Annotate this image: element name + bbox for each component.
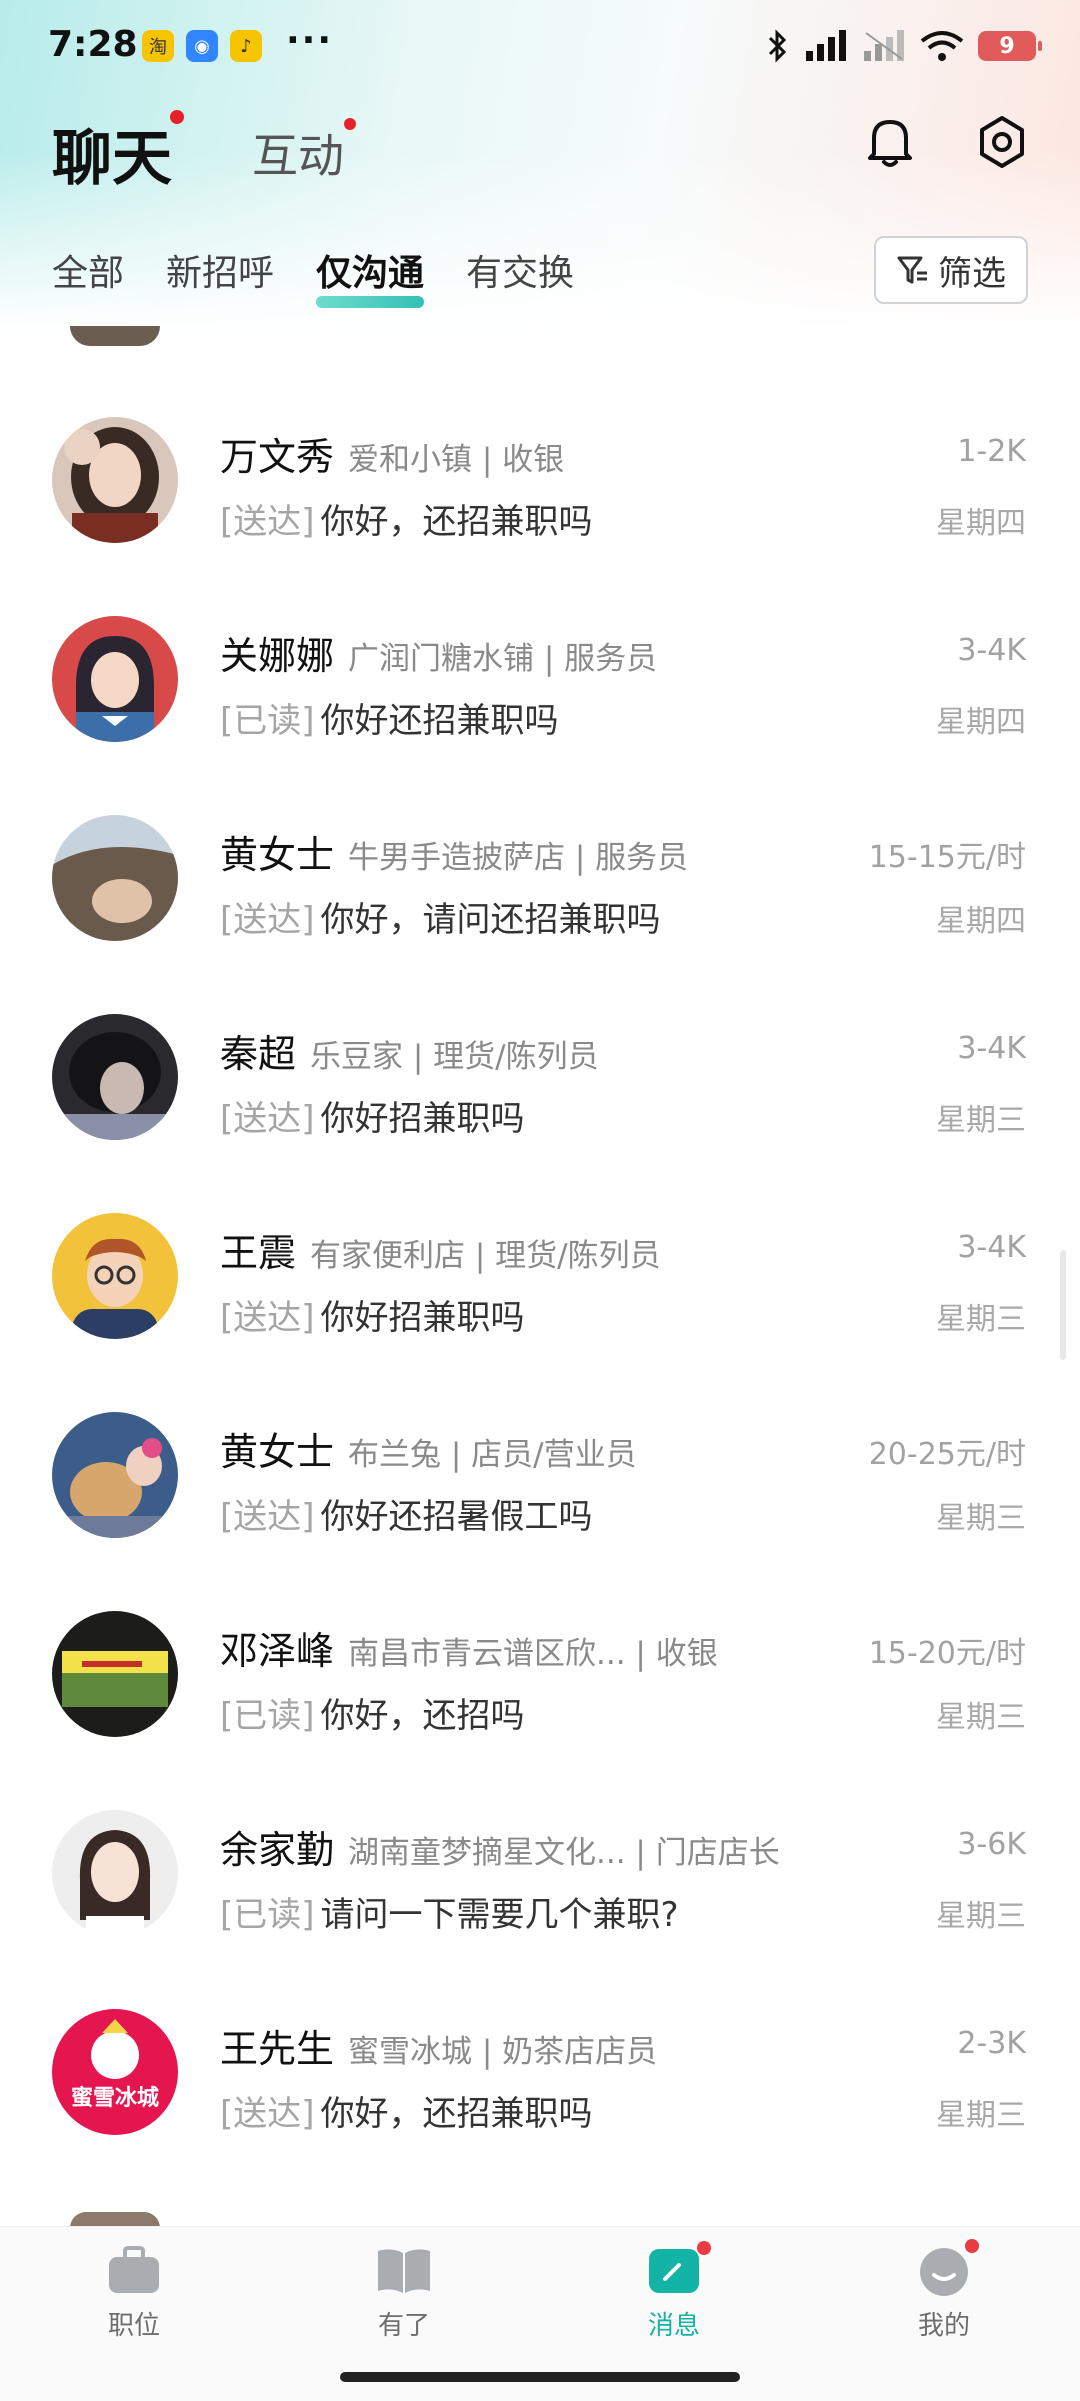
nav-youle[interactable]: 有了 xyxy=(344,2245,464,2342)
message-text: 你好，还招兼职吗 xyxy=(320,2094,593,2134)
music-app-icon: ♪ xyxy=(230,30,262,62)
interaction-badge-dot xyxy=(344,118,356,130)
employer-info: 乐豆家 | 理货/陈列员 xyxy=(310,1039,599,1075)
salary-label: 15-15元/时 xyxy=(868,840,1026,875)
message-icon xyxy=(645,2241,711,2297)
contact-name: 黄女士 xyxy=(220,833,335,877)
filter-tabs: 全部 新招呼 仅沟通 有交换 xyxy=(52,244,616,308)
tab-only-chat[interactable]: 仅沟通 xyxy=(316,244,425,308)
avatar[interactable] xyxy=(52,417,178,543)
salary-label: 20-25元/时 xyxy=(868,1437,1026,1472)
signal-2-icon xyxy=(864,30,904,61)
briefcase-icon xyxy=(105,2245,163,2297)
avatar[interactable] xyxy=(52,1412,178,1538)
wifi-icon xyxy=(920,31,964,61)
contact-name: 余家勤 xyxy=(220,1828,335,1872)
nav-me[interactable]: 我的 xyxy=(884,2239,1004,2342)
filter-button[interactable]: 筛选 xyxy=(874,236,1028,304)
nav-messages-label: 消息 xyxy=(647,2311,700,2341)
contact-name: 秦超 xyxy=(220,1032,297,1076)
employer-info: 广润门糖水铺 | 服务员 xyxy=(348,641,658,677)
contact-name: 邓泽峰 xyxy=(220,1629,335,1673)
more-notifications-icon: ··· xyxy=(286,20,334,61)
avatar[interactable] xyxy=(52,815,178,941)
conversation-row[interactable]: 蜜雪冰城 王先生 蜜雪冰城 | 奶茶店店员 2-3K [送达] 你好，还招兼职吗 星期三 xyxy=(0,1922,1080,2135)
status-bar: 7:28 淘 ◉ ♪ ··· 9 xyxy=(0,0,1080,96)
salary-label: 3-4K xyxy=(957,1230,1026,1265)
conversation-row[interactable]: 黄女士 牛男手造披萨店 | 服务员 15-15元/时 [送达] 你好，请问还招兼职吗 星期… xyxy=(0,728,1080,941)
employer-info: 布兰兔 | 店员/营业员 xyxy=(348,1437,637,1473)
contact-name: 万文秀 xyxy=(220,435,335,479)
filter-icon xyxy=(897,256,927,284)
interaction-title-label: 互动 xyxy=(252,129,344,183)
tab-only-chat-label: 仅沟通 xyxy=(316,253,425,294)
conversation-row[interactable]: 秦超 乐豆家 | 理货/陈列员 3-4K [送达] 你好招兼职吗 星期三 xyxy=(0,927,1080,1140)
nav-me-label: 我的 xyxy=(917,2311,970,2341)
employer-info: 湖南童梦摘星文化... | 门店店长 xyxy=(348,1835,780,1871)
home-indicator xyxy=(340,2372,740,2382)
conversation-row[interactable]: 关娜娜 广润门糖水铺 | 服务员 3-4K [已读] 你好还招兼职吗 星期四 xyxy=(0,529,1080,742)
contact-name: 关娜娜 xyxy=(220,634,335,678)
delivery-status: [送达] xyxy=(220,2094,315,2134)
signal-icon xyxy=(806,30,846,61)
settings-icon[interactable] xyxy=(970,110,1034,174)
tab-exchanged-label: 有交换 xyxy=(466,253,575,294)
bell-icon[interactable] xyxy=(858,110,922,174)
chat-badge-dot xyxy=(170,110,184,124)
page-title-chat[interactable]: 聊天 xyxy=(52,110,184,197)
conversation-list: 万文秀 爱和小镇 | 收银 1-2K [送达] 你好，还招兼职吗 星期四 关娜娜 广润门糖水铺… xyxy=(0,330,1080,2135)
last-message: [送达] 你好，还招兼职吗 xyxy=(220,2086,593,2135)
status-time: 7:28 xyxy=(48,24,138,65)
salary-label: 3-4K xyxy=(957,633,1026,668)
profile-icon xyxy=(915,2239,979,2297)
avatar[interactable] xyxy=(52,1213,178,1339)
tab-all[interactable]: 全部 xyxy=(52,244,124,296)
nav-youle-label: 有了 xyxy=(377,2311,430,2341)
active-tab-underline xyxy=(316,296,425,308)
avatar[interactable] xyxy=(52,1014,178,1140)
conversation-row[interactable]: 黄女士 布兰兔 | 店员/营业员 20-25元/时 [送达] 你好还招暑假工吗 星期三 xyxy=(0,1325,1080,1538)
contact-name: 黄女士 xyxy=(220,1430,335,1474)
employer-info: 牛男手造披萨店 | 服务员 xyxy=(348,840,689,876)
battery-indicator: 9 xyxy=(978,31,1042,61)
avatar[interactable]: 蜜雪冰城 xyxy=(52,2009,178,2135)
avatar[interactable] xyxy=(52,1611,178,1737)
nav-jobs-label: 职位 xyxy=(107,2311,160,2341)
chat-title-label: 聊天 xyxy=(52,124,172,194)
tab-exchanged[interactable]: 有交换 xyxy=(466,244,574,296)
conversation-row[interactable]: 王震 有家便利店 | 理货/陈列员 3-4K [送达] 你好招兼职吗 星期三 xyxy=(0,1126,1080,1339)
message-day: 星期三 xyxy=(936,2098,1026,2133)
book-icon xyxy=(375,2245,433,2297)
taobao-icon: 淘 xyxy=(142,30,174,62)
nav-messages-badge xyxy=(697,2241,711,2255)
tab-all-label: 全部 xyxy=(52,253,125,294)
scrollbar[interactable] xyxy=(1060,1250,1066,1360)
nav-messages[interactable]: 消息 xyxy=(614,2241,734,2342)
tab-interaction[interactable]: 互动 xyxy=(252,118,356,186)
contact-name: 王先生 xyxy=(220,2027,335,2071)
brand-logo-text: 蜜雪冰城 xyxy=(71,2085,159,2111)
employer-info: 南昌市青云谱区欣... | 收银 xyxy=(348,1636,718,1672)
nav-me-badge xyxy=(965,2239,979,2253)
conversation-row[interactable]: 余家勤 湖南童梦摘星文化... | 门店店长 3-6K [已读] 请问一下需要几个兼职?… xyxy=(0,1723,1080,1936)
avatar[interactable] xyxy=(52,616,178,742)
salary-label: 1-2K xyxy=(957,434,1026,469)
salary-label: 2-3K xyxy=(957,2026,1026,2061)
tab-new-greeting[interactable]: 新招呼 xyxy=(166,244,274,296)
nav-jobs[interactable]: 职位 xyxy=(74,2245,194,2342)
salary-label: 3-4K xyxy=(957,1031,1026,1066)
salary-label: 3-6K xyxy=(957,1827,1026,1862)
employer-info: 爱和小镇 | 收银 xyxy=(348,442,565,478)
bluetooth-icon xyxy=(768,29,787,63)
message-app-icon: ◉ xyxy=(186,30,218,62)
conversation-row[interactable]: 万文秀 爱和小镇 | 收银 1-2K [送达] 你好，还招兼职吗 星期四 xyxy=(0,330,1080,543)
salary-label: 15-20元/时 xyxy=(868,1636,1026,1671)
conversation-row[interactable]: 邓泽峰 南昌市青云谱区欣... | 收银 15-20元/时 [已读] 你好，还招吗 星期三 xyxy=(0,1524,1080,1737)
contact-name: 王震 xyxy=(220,1231,297,1275)
filter-label: 筛选 xyxy=(938,253,1006,294)
avatar[interactable] xyxy=(52,1810,178,1936)
employer-info: 蜜雪冰城 | 奶茶店店员 xyxy=(348,2034,658,2070)
tab-new-greeting-label: 新招呼 xyxy=(166,253,275,294)
employer-info: 有家便利店 | 理货/陈列员 xyxy=(310,1238,661,1274)
